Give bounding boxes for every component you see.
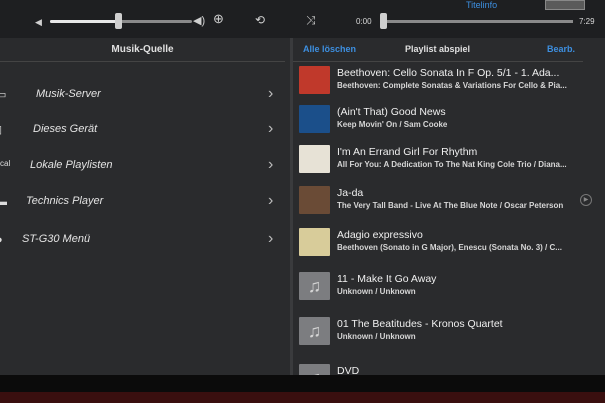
progress-slider-track[interactable]: [383, 20, 573, 23]
track-subtitle: Beethoven (Sonato in G Major), Enescu (S…: [337, 243, 562, 252]
track-subtitle: Unknown / Unknown: [337, 287, 416, 296]
track-subtitle: Keep Movin' On / Sam Cooke: [337, 120, 448, 129]
source-item-label: ST-G30 Menü: [22, 233, 91, 245]
track-title: Ja-da: [337, 187, 364, 199]
playlist-header: Alle löschen Playlist abspiel Bearb.: [293, 38, 583, 62]
track-title: I'm An Errand Girl For Rhythm: [337, 146, 478, 158]
playlist-item[interactable]: ♫ 11 - Make It Go Away Unknown / Unknown: [299, 272, 599, 317]
playlist-item[interactable]: Ja-da The Very Tall Band - Live At The B…: [299, 186, 599, 231]
playlist-title: Playlist abspiel: [405, 44, 471, 54]
progress-slider-knob[interactable]: [380, 13, 387, 29]
volume-low-icon: ◀: [35, 17, 42, 27]
current-cover-thumbnail: [545, 0, 585, 10]
track-title: (Ain't That) Good News: [337, 106, 446, 118]
music-note-icon: ♫: [299, 317, 330, 345]
chevron-right-icon: ›: [268, 192, 274, 209]
edit-button[interactable]: Bearb.: [547, 44, 575, 54]
volume-slider-fill: [50, 20, 120, 23]
playlist-item[interactable]: (Ain't That) Good News Keep Movin' On / …: [299, 105, 599, 150]
source-item-label: Lokale Playlisten: [30, 159, 113, 171]
album-cover-image: [299, 105, 330, 133]
track-title: DVD: [337, 365, 360, 375]
track-title: Beethoven: Cello Sonata In F Op. 5/1 - 1…: [337, 67, 560, 79]
repeat-icon[interactable]: ⟲: [255, 14, 265, 26]
album-cover-image: [299, 186, 330, 214]
transport-bar: ◀ ◀) ⊕ ⟲ ⤨ 0:00 7:29 Titelinfo: [0, 0, 605, 38]
titelinfo-button[interactable]: Titelinfo: [466, 0, 497, 10]
source-panel-title: Musik-Quelle: [111, 44, 174, 55]
track-title: Adagio expressivo: [337, 229, 423, 241]
menu-icon: ●: [0, 233, 12, 247]
music-note-icon: ♫: [299, 272, 330, 300]
album-cover-image: [299, 145, 330, 173]
playlist-item[interactable]: Adagio expressivo Beethoven (Sonato in G…: [299, 228, 599, 273]
chevron-right-icon: ›: [268, 120, 274, 137]
album-cover-image: [299, 66, 330, 94]
volume-high-icon: ◀): [193, 15, 206, 27]
device-edge: [0, 392, 605, 403]
chevron-right-icon: ›: [268, 85, 274, 102]
album-cover-image: [299, 228, 330, 256]
local-playlist-icon: cal: [0, 159, 11, 168]
source-panel: Musik-Quelle ▭ Musik-Server › ▯ Dieses G…: [0, 38, 290, 375]
player-icon: ▬: [0, 196, 7, 208]
tablet-icon: ▯: [0, 123, 12, 137]
plus-icon[interactable]: ⊕: [213, 12, 224, 25]
track-subtitle: All For You: A Dedication To The Nat Kin…: [337, 160, 567, 169]
playlist-panel: Alle löschen Playlist abspiel Bearb. Bee…: [293, 38, 605, 375]
source-panel-header: Musik-Quelle: [0, 38, 285, 62]
music-note-icon: ♫: [299, 364, 330, 375]
playlist-item[interactable]: ♫ 01 The Beatitudes - Kronos Quartet Unk…: [299, 317, 599, 362]
time-current: 0:00: [356, 17, 372, 26]
track-title: 01 The Beatitudes - Kronos Quartet: [337, 318, 503, 330]
track-subtitle: Unknown / Unknown: [337, 332, 416, 341]
source-item-musik-server[interactable]: ▭ Musik-Server ›: [0, 78, 285, 114]
shuffle-icon[interactable]: ⤨: [306, 14, 316, 26]
track-subtitle: Beethoven: Complete Sonatas & Variations…: [337, 81, 567, 90]
time-total: 7:29: [579, 17, 595, 26]
source-item-label: Dieses Gerät: [33, 123, 98, 135]
play-circle-icon[interactable]: ▶: [580, 194, 592, 206]
source-item-dieses-geraet[interactable]: ▯ Dieses Gerät ›: [0, 113, 285, 149]
playlist-item[interactable]: ♫ DVD: [299, 364, 599, 375]
playlist-item[interactable]: I'm An Errand Girl For Rhythm All For Yo…: [299, 145, 599, 190]
volume-slider-knob[interactable]: [115, 13, 122, 29]
source-item-label: Musik-Server: [36, 88, 101, 100]
source-item-technics-player[interactable]: ▬ Technics Player ›: [0, 185, 285, 221]
source-item-label: Technics Player: [26, 195, 104, 207]
server-icon: ▭: [0, 89, 7, 101]
source-item-lokale-playlisten[interactable]: cal Lokale Playlisten ›: [0, 149, 285, 185]
source-item-st-g30-menu[interactable]: ● ST-G30 Menü ›: [0, 223, 285, 259]
track-title: 11 - Make It Go Away: [337, 273, 437, 285]
chevron-right-icon: ›: [268, 156, 274, 173]
track-subtitle: The Very Tall Band - Live At The Blue No…: [337, 201, 564, 210]
chevron-right-icon: ›: [268, 230, 274, 247]
clear-all-button[interactable]: Alle löschen: [303, 44, 356, 54]
